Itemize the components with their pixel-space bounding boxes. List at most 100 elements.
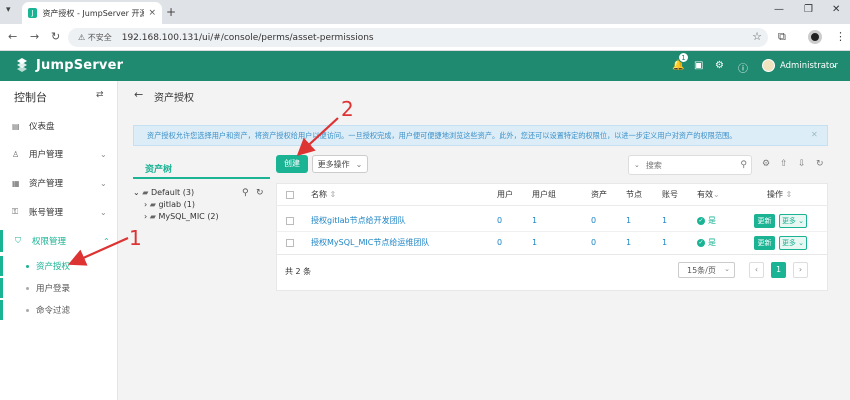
expand-chevron-icon[interactable]: ›: [144, 212, 147, 221]
minimize-icon[interactable]: —: [774, 4, 784, 15]
tab-list-icon[interactable]: ▾: [6, 5, 11, 15]
search-icon[interactable]: ⚲: [740, 160, 747, 170]
row-assets[interactable]: 0: [591, 232, 596, 254]
new-tab-button[interactable]: +: [166, 5, 176, 19]
row-valid-label: 是: [708, 216, 716, 225]
row-accounts[interactable]: 1: [662, 210, 667, 232]
annotation-step-1: 1: [129, 226, 142, 250]
sidebar-item-label: 资产管理: [29, 179, 64, 189]
url-field[interactable]: ⚠ 不安全 192.168.100.131/ui/#/console/perms…: [68, 28, 768, 47]
brand-name: JumpServer: [36, 57, 124, 73]
alert-close-icon[interactable]: ✕: [811, 130, 818, 139]
tree-node-default[interactable]: ⌄ ▰ Default (3): [133, 188, 194, 197]
sort-icon[interactable]: ⇕: [786, 190, 793, 199]
tree-search-icon[interactable]: ⚲: [242, 188, 249, 198]
row-user-groups[interactable]: 1: [532, 232, 537, 254]
sidebar-item-users[interactable]: ♙ 用户管理 ⌄: [0, 143, 118, 165]
restore-icon[interactable]: ❐: [804, 4, 813, 15]
page-size-select[interactable]: 15条/页 ⌄: [678, 262, 735, 278]
collapse-chevron-icon[interactable]: ⌄: [133, 188, 140, 197]
sidebar-item-label: 用户管理: [29, 150, 64, 160]
select-all-checkbox[interactable]: [286, 191, 294, 199]
expand-chevron-icon[interactable]: ›: [144, 200, 147, 209]
row-users[interactable]: 0: [497, 232, 502, 254]
tab-close-icon[interactable]: ×: [148, 8, 156, 18]
page-back-icon[interactable]: ←: [134, 88, 143, 101]
sidebar-item-assets[interactable]: ▦ 资产管理 ⌄: [0, 172, 118, 194]
upload-icon[interactable]: ⇧: [780, 159, 788, 169]
search-field[interactable]: ⌄ ⚲: [628, 155, 752, 175]
row-more-button[interactable]: 更多 ⌄: [779, 236, 807, 250]
user-menu-chevron-icon[interactable]: ⌄: [831, 60, 838, 69]
message-icon[interactable]: ▣: [694, 60, 703, 71]
row-valid-label: 是: [708, 238, 716, 247]
row-more-button[interactable]: 更多 ⌄: [779, 214, 807, 228]
next-page-button[interactable]: ›: [793, 262, 808, 278]
chevron-down-icon[interactable]: ⌄: [713, 190, 720, 199]
sort-icon[interactable]: ⇕: [330, 190, 337, 199]
chevron-down-icon: ⌄: [355, 159, 363, 169]
browser-tab[interactable]: J 资产授权 - JumpServer 开源堡 ×: [22, 2, 162, 24]
window-close-icon[interactable]: ✕: [832, 4, 840, 15]
table-header: 名称 ⇕ 用户 用户组 资产 节点 账号 有效⌄ 操作 ⇕: [277, 184, 827, 206]
settings-gear-icon[interactable]: ⚙: [715, 60, 724, 71]
prev-page-button[interactable]: ‹: [749, 262, 764, 278]
sidebar-switch-icon[interactable]: ⇄: [96, 90, 104, 100]
reload-icon[interactable]: ↻: [51, 30, 60, 43]
page-number-button[interactable]: 1: [771, 262, 786, 278]
sidebar-subitem-command-filter[interactable]: 命令过滤: [0, 300, 118, 320]
more-actions-dropdown[interactable]: 更多操作 ⌄: [312, 155, 368, 173]
info-alert-text: 资产授权允许您选择用户和资产，将资产授权给用户以便访问。一旦授权完成，用户便可便…: [147, 130, 737, 140]
sidebar-item-permissions[interactable]: ⛉ 权限管理 ⌃: [0, 230, 118, 252]
create-button[interactable]: 创建: [276, 155, 308, 173]
sidebar-item-accounts[interactable]: ⚿ 账号管理 ⌄: [0, 201, 118, 223]
user-avatar[interactable]: [762, 59, 775, 72]
bookmark-star-icon[interactable]: ☆: [752, 30, 762, 43]
brand-logo[interactable]: JumpServer: [14, 57, 123, 73]
column-name[interactable]: 名称 ⇕: [311, 184, 336, 206]
profile-avatar-icon[interactable]: [808, 30, 822, 44]
tree-refresh-icon[interactable]: ↻: [256, 188, 264, 198]
row-name-link[interactable]: 授权gitlab节点给开发团队: [311, 210, 406, 232]
column-label: 操作: [767, 190, 783, 199]
user-name[interactable]: Administrator: [780, 61, 838, 71]
search-input[interactable]: [645, 160, 726, 170]
refresh-icon[interactable]: ↻: [816, 159, 824, 169]
column-accounts: 账号: [662, 190, 678, 199]
forward-icon[interactable]: →: [30, 30, 39, 43]
sidebar-subitem-label: 用户登录: [36, 284, 71, 294]
back-icon[interactable]: ←: [8, 30, 17, 43]
chevron-down-icon: ⌄: [798, 239, 805, 247]
update-button[interactable]: 更新: [754, 214, 775, 228]
browser-menu-icon[interactable]: ⋮: [835, 30, 846, 43]
tree-node-gitlab[interactable]: › ▰ gitlab (1): [144, 200, 195, 209]
sidebar-item-label: 权限管理: [32, 237, 67, 247]
row-user-groups[interactable]: 1: [532, 210, 537, 232]
sidebar-subitem-user-login[interactable]: 用户登录: [0, 278, 118, 298]
row-nodes[interactable]: 1: [626, 232, 631, 254]
filter-chevron-icon[interactable]: ⌄: [634, 161, 640, 169]
tab-asset-tree-label: 资产树: [145, 165, 173, 175]
row-accounts[interactable]: 1: [662, 232, 667, 254]
insecure-badge[interactable]: ⚠ 不安全: [78, 32, 112, 43]
tree-node-mysql-mic[interactable]: › ▰ MySQL_MIC (2): [144, 212, 219, 221]
sidebar-subitem-asset-permissions[interactable]: 资产授权: [0, 256, 118, 276]
row-more-label: 更多: [781, 217, 796, 225]
row-nodes[interactable]: 1: [626, 210, 631, 232]
tab-asset-tree[interactable]: 资产树: [133, 155, 270, 179]
row-checkbox[interactable]: [286, 217, 294, 225]
sidebar-subitem-label: 命令过滤: [36, 306, 71, 316]
row-assets[interactable]: 0: [591, 210, 596, 232]
update-button[interactable]: 更新: [754, 236, 775, 250]
row-checkbox[interactable]: [286, 239, 294, 247]
extensions-icon[interactable]: ⧉: [778, 30, 786, 44]
info-alert: 资产授权允许您选择用户和资产，将资产授权给用户以便访问。一旦授权完成，用户便可便…: [133, 125, 828, 146]
row-name-link[interactable]: 授权MySQL_MIC节点给运维团队: [311, 232, 429, 254]
help-icon[interactable]: ⓘ: [738, 60, 748, 75]
column-actions[interactable]: 操作 ⇕: [767, 184, 792, 206]
download-icon[interactable]: ⇩: [798, 159, 806, 169]
sidebar-item-dashboard[interactable]: ▤ 仪表盘: [0, 115, 118, 137]
settings-gear-icon[interactable]: ⚙: [762, 159, 770, 169]
column-valid[interactable]: 有效⌄: [697, 184, 720, 206]
row-users[interactable]: 0: [497, 210, 502, 232]
